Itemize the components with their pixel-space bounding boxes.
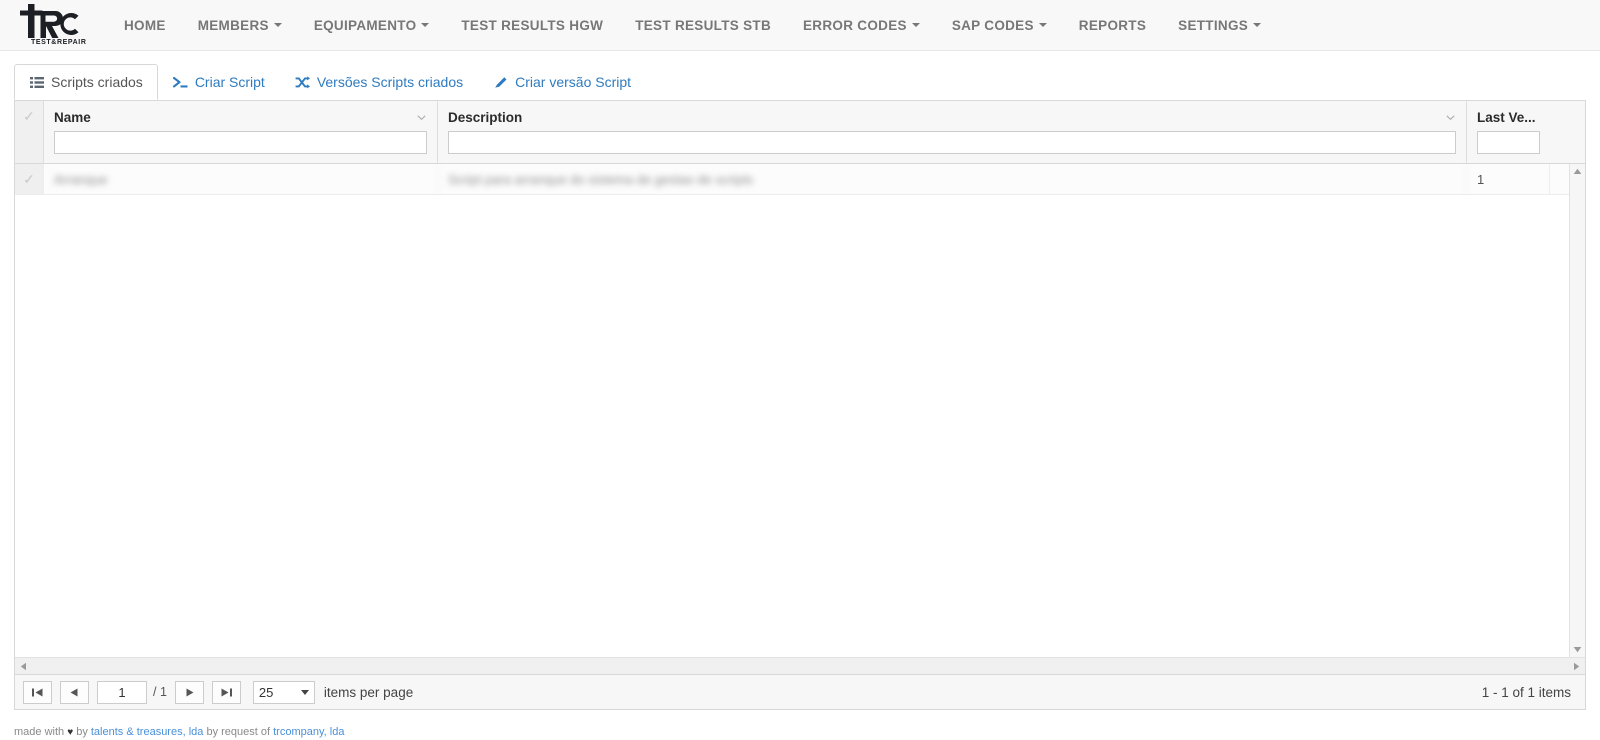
nav-item-test-results-stb[interactable]: TEST RESULTS STB [619, 0, 787, 51]
footer-link-trcompany[interactable]: trcompany, lda [273, 726, 344, 738]
grid-body: ✓ Arranque Script para arranque do siste… [15, 164, 1585, 657]
page-prev-icon [69, 687, 80, 698]
chevron-down-icon [274, 23, 282, 27]
nav-label: HOME [124, 0, 166, 51]
brand-tagline: TEST&REPAIR [31, 39, 86, 46]
page-prev-button[interactable] [60, 681, 89, 704]
table-row[interactable]: ✓ Arranque Script para arranque do siste… [15, 164, 1585, 195]
page-footer: made with ♥ by talents & treasures, lda … [0, 726, 1600, 738]
nav-label: MEMBERS [198, 0, 269, 51]
nav-item-error-codes[interactable]: ERROR CODES [787, 0, 936, 51]
page-next-icon [184, 687, 195, 698]
top-navbar: TEST&REPAIR HOME MEMBERS EQUIPAMENTO TES… [0, 0, 1600, 51]
tab-scripts-criados[interactable]: Scripts criados [14, 64, 158, 100]
footer-prefix: made with [14, 726, 67, 738]
page-size-value: 25 [259, 685, 273, 700]
page-last-icon [220, 687, 233, 698]
grid-header-name[interactable]: Name [44, 101, 438, 163]
footer-link-talents-treasures[interactable]: talents & treasures, lda [91, 726, 204, 738]
pencil-icon [493, 75, 508, 90]
grid-header-description[interactable]: Description [438, 101, 1467, 163]
grid-header-last-version[interactable]: Last Ve... [1467, 101, 1550, 163]
tab-label: Versões Scripts criados [317, 74, 463, 90]
filter-input-name[interactable] [54, 131, 427, 154]
chevron-down-icon [1253, 23, 1261, 27]
page-number-input[interactable] [97, 681, 147, 704]
chevron-down-icon [1039, 23, 1047, 27]
shuffle-icon [295, 75, 310, 90]
nav-label: TEST RESULTS STB [635, 0, 771, 51]
triangle-left-icon[interactable] [15, 658, 32, 675]
triangle-down-icon[interactable] [1570, 642, 1585, 657]
tab-label: Criar versão Script [515, 74, 631, 90]
column-title-description: Description [448, 110, 522, 125]
tab-strip: Scripts criados Criar Script Versões Scr… [14, 63, 1600, 100]
tab-versoes-scripts-criados[interactable]: Versões Scripts criados [280, 64, 478, 100]
nav-item-reports[interactable]: REPORTS [1063, 0, 1162, 51]
nav-label: SAP CODES [952, 0, 1034, 51]
nav-label: TEST RESULTS HGW [461, 0, 603, 51]
nav-label: SETTINGS [1178, 0, 1248, 51]
nav-item-members[interactable]: MEMBERS [182, 0, 298, 51]
tab-label: Criar Script [195, 74, 265, 90]
grid-header-select-all[interactable]: ✓ [15, 101, 44, 163]
row-select-checkbox[interactable]: ✓ [15, 164, 44, 194]
page-first-icon [31, 687, 44, 698]
nav-label: REPORTS [1079, 0, 1146, 51]
triangle-up-icon[interactable] [1570, 164, 1585, 179]
tab-criar-versao-script[interactable]: Criar versão Script [478, 64, 646, 100]
list-icon [29, 75, 44, 90]
tab-label: Scripts criados [51, 74, 143, 90]
page-next-button[interactable] [175, 681, 204, 704]
tab-criar-script[interactable]: Criar Script [158, 64, 280, 100]
nav-label: ERROR CODES [803, 0, 907, 51]
chevron-down-icon[interactable] [416, 112, 427, 123]
chevron-down-icon[interactable] [1445, 112, 1456, 123]
cell-last-version: 1 [1467, 164, 1550, 194]
chevron-down-icon [421, 23, 429, 27]
grid-vertical-scrollbar[interactable] [1569, 164, 1585, 657]
brand-logo[interactable]: TEST&REPAIR [18, 0, 90, 51]
nav-item-sap-codes[interactable]: SAP CODES [936, 0, 1063, 51]
check-icon: ✓ [15, 101, 43, 131]
grid-horizontal-scrollbar[interactable] [15, 657, 1585, 674]
column-title-name: Name [54, 110, 91, 125]
footer-by: by [73, 726, 91, 738]
grid-pager: / 1 25 items per page 1 - 1 of 1 items [14, 675, 1586, 710]
cell-name: Arranque [44, 164, 438, 194]
filter-input-last-version[interactable] [1477, 131, 1540, 154]
item-count-label: 1 - 1 of 1 items [1482, 685, 1571, 700]
filter-input-description[interactable] [448, 131, 1456, 154]
triangle-right-icon[interactable] [1568, 658, 1585, 675]
total-pages-label: / 1 [153, 685, 167, 699]
nav-item-equipamento[interactable]: EQUIPAMENTO [298, 0, 446, 51]
scripts-grid: ✓ Name Description Last Ve... [14, 100, 1586, 675]
footer-middle: by request of [203, 726, 273, 738]
nav-item-home[interactable]: HOME [108, 0, 182, 51]
nav-label: EQUIPAMENTO [314, 0, 417, 51]
cross-t-logo-icon: TEST&REPAIR [18, 2, 90, 46]
nav-item-settings[interactable]: SETTINGS [1162, 0, 1277, 51]
items-per-page-label: items per page [324, 685, 413, 700]
column-title-last-version: Last Ve... [1477, 110, 1536, 125]
nav-item-list: HOME MEMBERS EQUIPAMENTO TEST RESULTS HG… [108, 0, 1277, 51]
chevron-down-icon [912, 23, 920, 27]
cell-description: Script para arranque do sistema de gesta… [438, 164, 1467, 194]
nav-item-test-results-hgw[interactable]: TEST RESULTS HGW [445, 0, 619, 51]
terminal-prompt-icon [173, 75, 188, 90]
chevron-down-icon [301, 690, 309, 695]
grid-header-row: ✓ Name Description Last Ve... [15, 101, 1585, 164]
page-last-button[interactable] [212, 681, 241, 704]
page-size-select[interactable]: 25 [253, 681, 315, 704]
page-first-button[interactable] [23, 681, 52, 704]
